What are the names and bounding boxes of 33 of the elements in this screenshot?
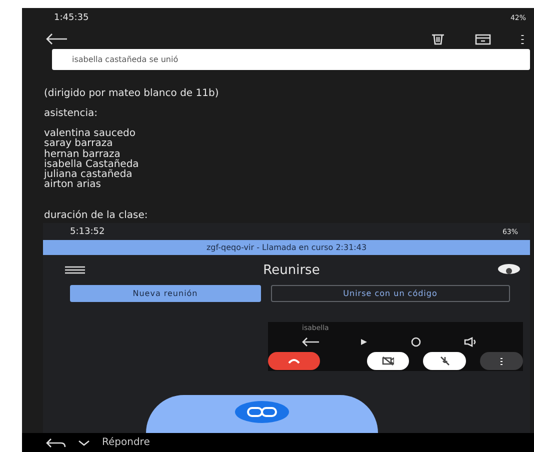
duration-text: duración de la clase: bbox=[44, 210, 149, 222]
join-code-button[interactable]: Unirse con un código bbox=[270, 285, 510, 302]
attendance-heading: asistencia: bbox=[44, 108, 99, 120]
trash-icon[interactable] bbox=[431, 32, 445, 45]
mic-off-button[interactable] bbox=[423, 352, 466, 370]
status-time: 5:13:52 bbox=[70, 226, 105, 237]
speaker-icon[interactable] bbox=[464, 337, 478, 348]
back-arrow-icon[interactable] bbox=[46, 32, 68, 45]
reply-arrow-icon[interactable] bbox=[46, 438, 66, 448]
attendee-name: hernan barraza bbox=[44, 150, 120, 160]
attendee-name: juliana castañeda bbox=[44, 170, 134, 180]
archive-icon[interactable] bbox=[475, 32, 491, 45]
attendee-name: saray barraza bbox=[44, 139, 113, 150]
join-notice: isabella castañeda se unió bbox=[52, 49, 530, 70]
call-banner[interactable]: zgf-qeqo-vir - Llamada en curso 2:31:43 bbox=[43, 240, 530, 256]
page-title: Reunirse bbox=[263, 262, 320, 278]
link-icon bbox=[234, 401, 288, 424]
note-text: (dirigido por mateo blanco de 11b) bbox=[44, 88, 220, 100]
mic-off-icon bbox=[440, 356, 450, 366]
phone-icon bbox=[288, 358, 300, 364]
camera-off-icon bbox=[382, 356, 394, 366]
menu-icon[interactable] bbox=[65, 266, 85, 274]
end-call-button[interactable] bbox=[268, 352, 320, 370]
camera-off-button[interactable] bbox=[366, 352, 410, 370]
attendee-name: airton arias bbox=[44, 180, 102, 190]
back-arrow-icon[interactable] bbox=[302, 337, 320, 348]
new-meeting-button[interactable]: Nueva reunión bbox=[70, 285, 261, 302]
status-time: 1:45:35 bbox=[54, 12, 89, 23]
play-icon[interactable] bbox=[360, 338, 368, 346]
reply-label[interactable]: Répondre bbox=[102, 437, 150, 448]
attendee-name: isabella Castañeda bbox=[44, 160, 140, 170]
chevron-down-icon[interactable] bbox=[78, 440, 90, 446]
attendee-name: valentina saucedo bbox=[44, 129, 136, 140]
